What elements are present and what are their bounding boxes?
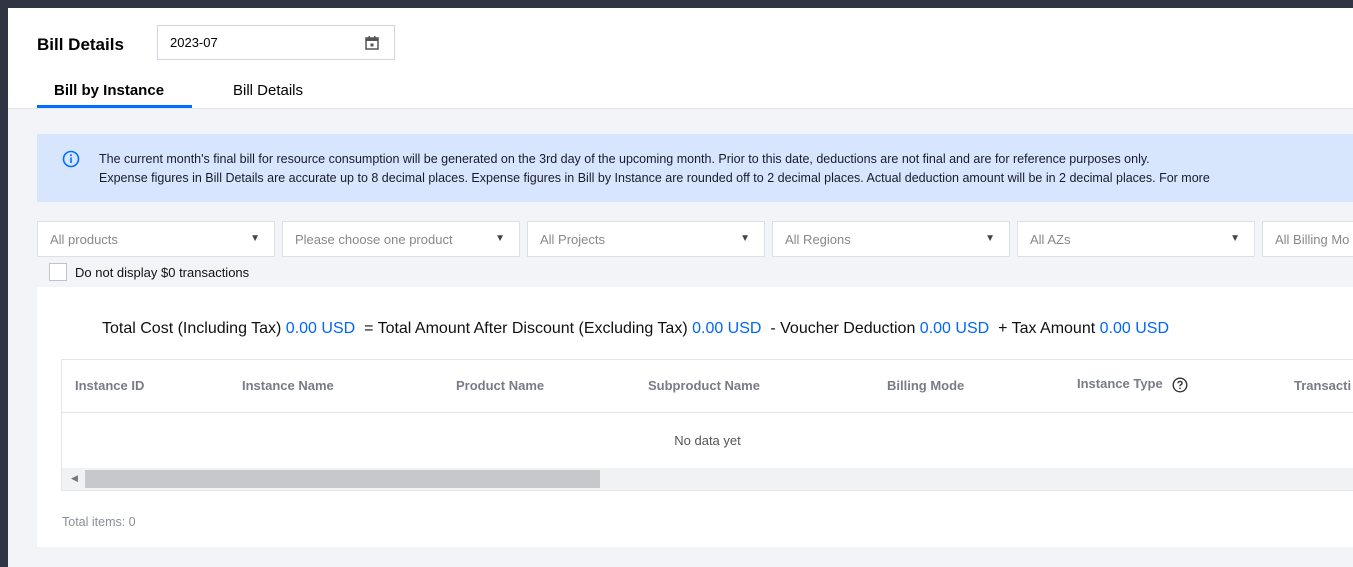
regions-filter-value: All Regions [785, 232, 851, 247]
tax-label: + Tax Amount [998, 320, 1096, 337]
scrollbar-thumb[interactable] [85, 470, 600, 488]
projects-filter-value: All Projects [540, 232, 606, 247]
column-instance-name: Instance Name [242, 378, 334, 393]
projects-filter[interactable]: All Projects ▼ [527, 221, 765, 257]
products-filter-value: All products [50, 232, 118, 247]
active-tab-indicator [37, 105, 192, 108]
info-notice: The current month's final bill for resou… [37, 134, 1353, 202]
hide-zero-checkbox[interactable] [49, 263, 67, 281]
month-value: 2023-07 [170, 35, 218, 50]
cost-summary: Total Cost (Including Tax) 0.00 USD = To… [102, 320, 1169, 338]
column-billing-mode: Billing Mode [887, 378, 965, 393]
tax-amount: 0.00 USD [1099, 320, 1169, 337]
empty-state: No data yet [674, 433, 741, 448]
chevron-down-icon: ▼ [1230, 233, 1240, 244]
calendar-icon[interactable] [364, 35, 380, 51]
page-title: Bill Details [37, 35, 124, 54]
chevron-down-icon: ▼ [740, 233, 750, 244]
chevron-down-icon: ▼ [250, 233, 260, 244]
horizontal-scrollbar[interactable]: ◀ [62, 468, 1353, 490]
azs-filter[interactable]: All AZs ▼ [1017, 221, 1255, 257]
tab-bill-details[interactable]: Bill Details [233, 82, 303, 99]
bill-card: Total Cost (Including Tax) 0.00 USD = To… [37, 287, 1353, 547]
chevron-down-icon: ▼ [985, 233, 995, 244]
month-picker[interactable]: 2023-07 [157, 25, 395, 60]
azs-filter-value: All AZs [1030, 232, 1071, 247]
regions-filter[interactable]: All Regions ▼ [772, 221, 1010, 257]
column-instance-type: Instance Type [1077, 376, 1188, 393]
notice-line-1: The current month's final bill for resou… [99, 152, 1150, 166]
page-header: Bill Details 2023-07 Bill by Instance Bi… [8, 8, 1353, 109]
after-discount-amount: 0.00 USD [692, 320, 762, 337]
total-cost-label: Total Cost (Including Tax) [102, 320, 282, 337]
help-icon[interactable] [1172, 377, 1188, 393]
chevron-down-icon: ▼ [495, 233, 505, 244]
products-filter[interactable]: All products ▼ [37, 221, 275, 257]
column-instance-type-label: Instance Type [1077, 376, 1163, 391]
total-items: Total items: 0 [62, 515, 136, 529]
total-cost-amount: 0.00 USD [285, 320, 356, 337]
voucher-label: - Voucher Deduction [770, 320, 916, 337]
tab-bill-by-instance[interactable]: Bill by Instance [54, 82, 164, 99]
billing-mode-filter[interactable]: All Billing Mo [1262, 221, 1353, 257]
column-instance-id: Instance ID [75, 378, 145, 393]
product-choice-filter-value: Please choose one product [295, 232, 453, 247]
column-subproduct-name: Subproduct Name [648, 378, 760, 393]
after-discount-label: = Total Amount After Discount (Excluding… [364, 320, 688, 337]
table-header: Instance ID Instance Name Product Name S… [62, 360, 1353, 413]
billing-mode-filter-value: All Billing Mo [1275, 232, 1350, 247]
notice-line-2: Expense figures in Bill Details are accu… [99, 171, 1210, 185]
product-choice-filter[interactable]: Please choose one product ▼ [282, 221, 520, 257]
instance-table: Instance ID Instance Name Product Name S… [61, 359, 1353, 491]
info-icon [62, 150, 80, 168]
bill-details-page: Bill Details 2023-07 Bill by Instance Bi… [8, 8, 1353, 567]
column-transaction: Transacti [1294, 378, 1352, 393]
voucher-amount: 0.00 USD [919, 320, 990, 337]
scroll-left-icon[interactable]: ◀ [71, 473, 78, 484]
column-product-name: Product Name [456, 378, 545, 393]
hide-zero-label: Do not display $0 transactions [75, 265, 250, 280]
